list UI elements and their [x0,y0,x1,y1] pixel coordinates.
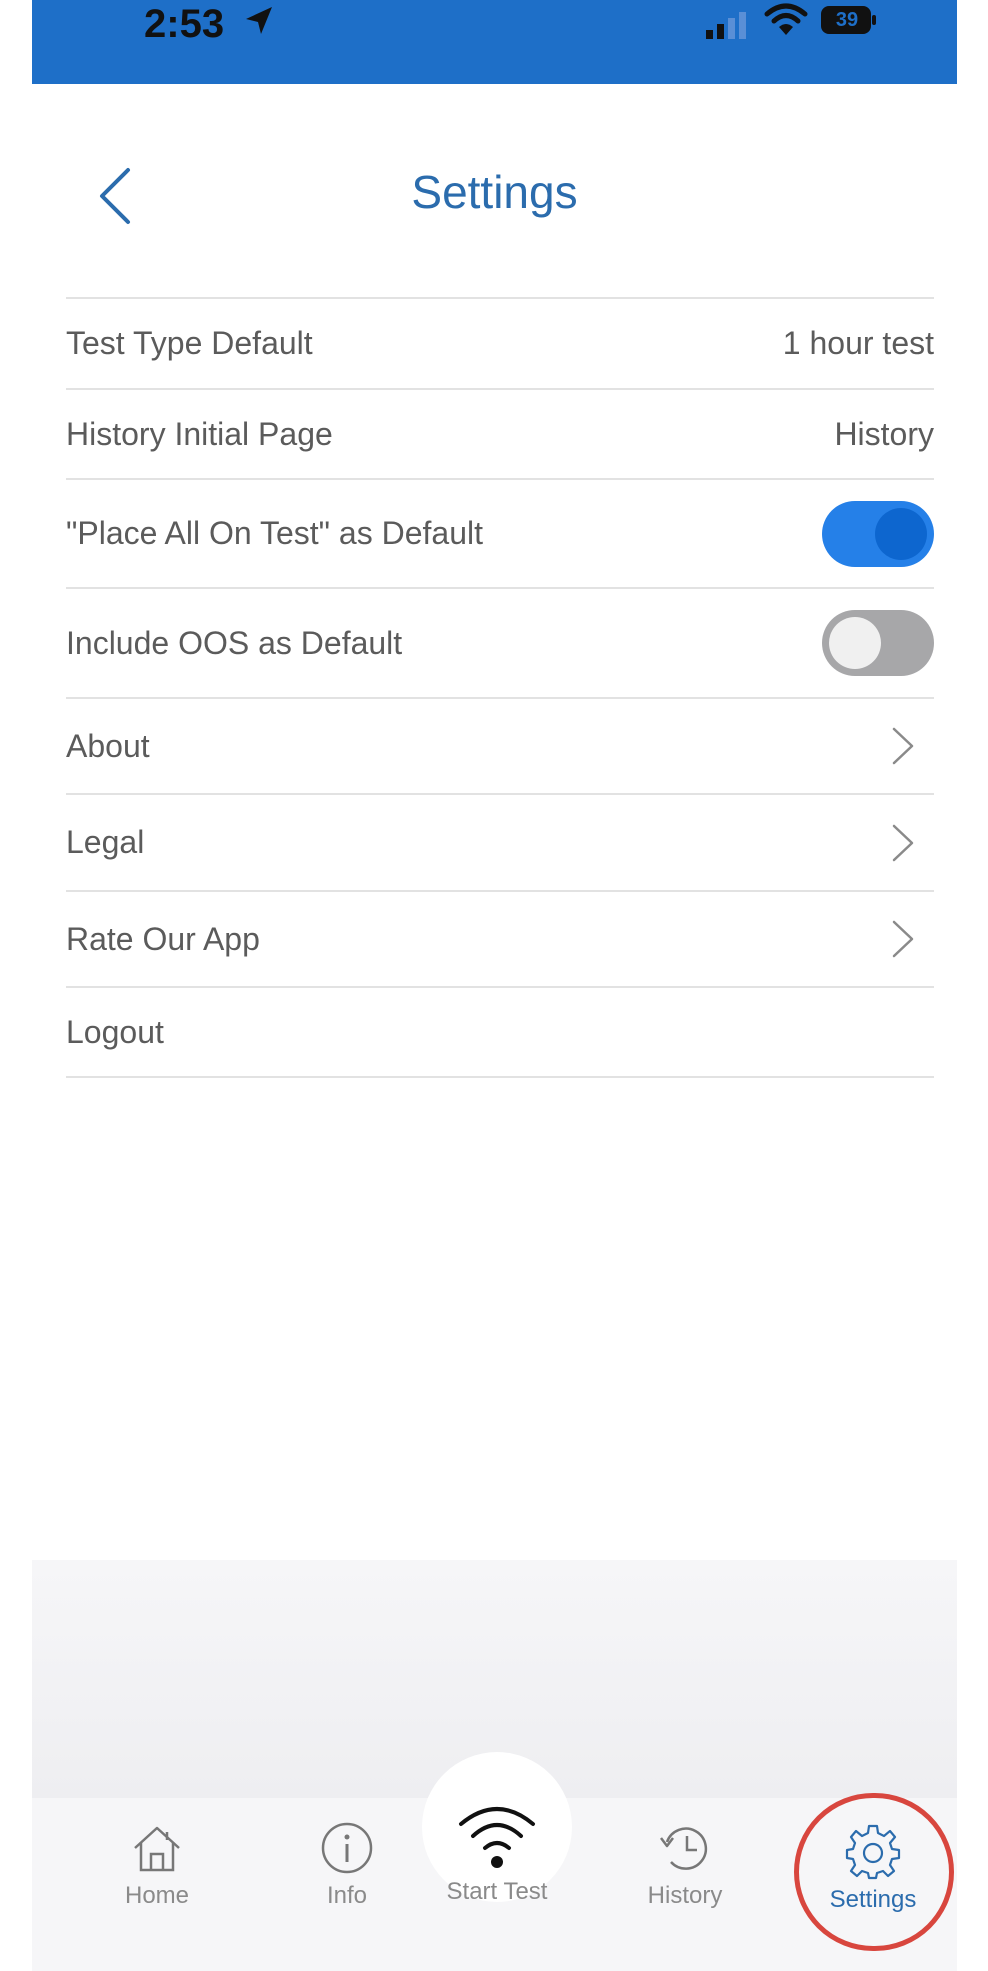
wifi-status-icon [764,3,808,35]
tab-info[interactable]: Info [272,1820,422,1910]
battery-level: 39 [835,9,859,31]
history-icon [660,1827,708,1870]
home-icon [134,1826,180,1872]
setting-legal[interactable]: Legal [66,793,934,890]
setting-label: "Place All On Test" as Default [66,515,483,551]
status-bar: 2:53 39 [32,0,957,84]
setting-label: About [66,727,150,764]
tab-label: Start Test [446,1878,548,1905]
setting-logout[interactable]: Logout [66,986,934,1078]
setting-about[interactable]: About [66,697,934,793]
toggle-knob [875,507,927,560]
chevron-right-icon [892,920,914,958]
location-arrow-icon [246,7,272,34]
setting-label: Legal [66,824,145,860]
tab-history[interactable]: History [610,1820,760,1910]
settings-list: Test Type Default 1 hour test History In… [66,297,934,1078]
toggle-knob [829,617,881,669]
setting-place-all-on-test: "Place All On Test" as Default [66,478,934,587]
settings-screen: 2:53 39 Settings Test Type Default 1 hou… [32,0,957,1971]
setting-test-type-default[interactable]: Test Type Default 1 hour test [66,297,934,388]
setting-rate-our-app[interactable]: Rate Our App [66,890,934,986]
tab-label: History [647,1882,723,1909]
place-all-on-test-toggle[interactable] [822,500,934,567]
settings-highlight-circle [794,1793,954,1951]
setting-label: Include OOS as Default [66,624,403,661]
cellular-signal-icon [706,12,746,39]
setting-value: 1 hour test [782,325,934,361]
tab-label: Info [326,1882,368,1909]
setting-label: History Initial Page [66,415,333,452]
setting-label: Rate Our App [66,920,260,957]
page-title: Settings [411,166,578,218]
tab-label: Home [124,1882,190,1909]
setting-value: History [834,415,934,452]
setting-label: Logout [66,1013,164,1050]
setting-history-initial-page[interactable]: History Initial Page History [66,388,934,478]
include-oos-toggle[interactable] [822,610,934,676]
setting-include-oos: Include OOS as Default [66,587,934,697]
tab-start-test[interactable]: Start Test [422,1790,572,1906]
setting-label: Test Type Default [66,325,313,361]
info-icon [321,1822,373,1874]
chevron-right-icon [892,727,914,765]
tab-home[interactable]: Home [82,1820,232,1910]
wifi-icon [459,1807,535,1868]
chevron-right-icon [892,824,914,861]
status-time: 2:53 [144,2,225,46]
